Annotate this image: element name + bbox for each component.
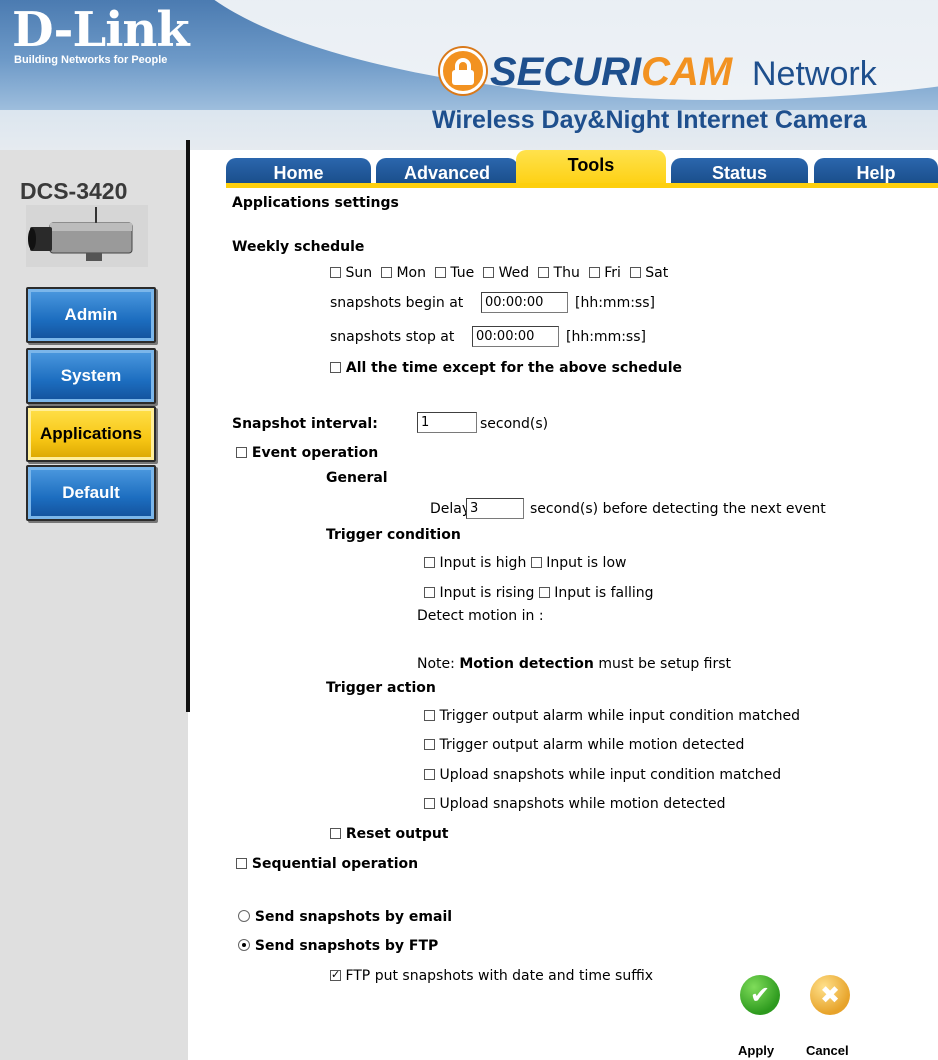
day-sun[interactable]: Sun: [330, 265, 372, 281]
stop-format-hint: [hh:mm:ss]: [566, 329, 646, 345]
action-option[interactable]: Trigger output alarm while motion detect…: [424, 737, 744, 753]
checkbox-tue[interactable]: [434, 267, 446, 278]
sequential-operation-option[interactable]: Sequential operation: [236, 856, 418, 872]
day-wed[interactable]: Wed: [483, 265, 529, 281]
day-fri[interactable]: Fri: [588, 265, 621, 281]
cancel-button-label[interactable]: Cancel: [806, 1043, 849, 1058]
action-checkbox[interactable]: [424, 798, 435, 809]
motion-note: Note: Motion detection must be setup fir…: [417, 656, 732, 672]
day-sat[interactable]: Sat: [629, 265, 668, 281]
begin-format-hint: [hh:mm:ss]: [575, 295, 655, 311]
snapshot-interval-unit: second(s): [480, 416, 549, 432]
send-ftp-radio[interactable]: [238, 939, 250, 951]
action-option[interactable]: Trigger output alarm while input conditi…: [424, 708, 800, 724]
sidebar-divider: [186, 140, 190, 712]
begin-time-input[interactable]: 00:00:00: [481, 292, 568, 313]
action-checkbox[interactable]: [424, 769, 435, 780]
event-operation-checkbox[interactable]: [236, 447, 247, 458]
securicam-network-text: Network: [752, 55, 877, 93]
snapshot-interval-input[interactable]: 1: [417, 412, 477, 433]
detect-motion-label: Detect motion in :: [417, 608, 544, 624]
sequential-operation-checkbox[interactable]: [236, 858, 247, 869]
tab-underline: [226, 183, 938, 188]
checkbox-mon[interactable]: [381, 267, 392, 278]
cancel-x-icon[interactable]: ✖: [810, 975, 850, 1015]
apply-button-label[interactable]: Apply: [738, 1043, 774, 1058]
send-email-radio[interactable]: [238, 910, 250, 922]
stop-label: snapshots stop at: [330, 329, 455, 345]
delay-label: Delay: [430, 501, 471, 517]
reset-output-checkbox[interactable]: [330, 828, 341, 839]
ftp-suffix-checkbox[interactable]: [330, 968, 341, 981]
page-title: Applications settings: [232, 195, 399, 211]
sidebar-item-system[interactable]: System: [26, 348, 156, 404]
checkbox-thu[interactable]: [538, 267, 550, 278]
securicam-logo: SECURICAM: [490, 50, 733, 94]
action-option[interactable]: Upload snapshots while motion detected: [424, 796, 725, 812]
all-time-except-checkbox[interactable]: [330, 362, 341, 373]
model-name: DCS-3420: [20, 178, 128, 204]
trigger-condition-label: Trigger condition: [326, 527, 461, 543]
input-high-low-row: Input is high Input is low: [424, 555, 626, 571]
input-low-checkbox[interactable]: [530, 557, 542, 568]
sidebar-item-admin[interactable]: Admin: [26, 287, 156, 343]
action-checkbox[interactable]: [424, 739, 435, 750]
send-ftp-option[interactable]: Send snapshots by FTP: [238, 938, 438, 954]
dlink-tagline: Building Networks for People: [14, 54, 168, 66]
action-checkbox[interactable]: [424, 710, 435, 721]
lock-icon: [440, 48, 486, 94]
reset-output-option[interactable]: Reset output: [330, 826, 449, 842]
checkbox-wed[interactable]: [483, 267, 495, 278]
day-thu[interactable]: Thu: [538, 265, 580, 281]
page-header: D-Link Building Networks for People SECU…: [0, 0, 938, 150]
camera-icon: [26, 205, 148, 267]
begin-label: snapshots begin at: [330, 295, 464, 311]
stop-time-input[interactable]: 00:00:00: [472, 326, 559, 347]
input-falling-checkbox[interactable]: [538, 587, 550, 598]
delay-input[interactable]: 3: [466, 498, 524, 519]
weekly-schedule-label: Weekly schedule: [232, 239, 365, 255]
event-operation-option[interactable]: Event operation: [236, 445, 378, 461]
product-line-title: Wireless Day&Night Internet Camera: [432, 106, 867, 134]
input-rising-option[interactable]: Input is rising: [424, 585, 534, 601]
snapshot-interval-label: Snapshot interval:: [232, 416, 378, 432]
sidebar-item-default[interactable]: Default: [26, 465, 156, 521]
day-mon[interactable]: Mon: [381, 265, 426, 281]
checkbox-fri[interactable]: [588, 267, 600, 278]
input-low-option[interactable]: Input is low: [530, 555, 626, 571]
trigger-action-label: Trigger action: [326, 680, 436, 696]
checkbox-sat[interactable]: [629, 267, 641, 278]
general-label: General: [326, 470, 388, 486]
dlink-logo: D-Link: [12, 2, 190, 58]
send-email-option[interactable]: Send snapshots by email: [238, 909, 452, 925]
apply-check-icon[interactable]: ✔: [740, 975, 780, 1015]
sidebar-item-applications[interactable]: Applications: [26, 406, 156, 462]
day-tue[interactable]: Tue: [434, 265, 474, 281]
input-rising-falling-row: Input is rising Input is falling: [424, 585, 654, 601]
input-high-option[interactable]: Input is high: [424, 555, 526, 571]
delay-suffix: second(s) before detecting the next even…: [530, 501, 826, 517]
input-high-checkbox[interactable]: [424, 557, 435, 568]
action-option[interactable]: Upload snapshots while input condition m…: [424, 767, 781, 783]
all-time-except-option[interactable]: All the time except for the above schedu…: [330, 360, 682, 376]
input-falling-option[interactable]: Input is falling: [538, 585, 654, 601]
weekday-checkbox-row: Sun Mon Tue Wed Thu Fri Sat: [330, 265, 668, 281]
checkbox-sun[interactable]: [330, 267, 341, 278]
input-rising-checkbox[interactable]: [424, 587, 435, 598]
ftp-suffix-option[interactable]: FTP put snapshots with date and time suf…: [330, 968, 653, 984]
